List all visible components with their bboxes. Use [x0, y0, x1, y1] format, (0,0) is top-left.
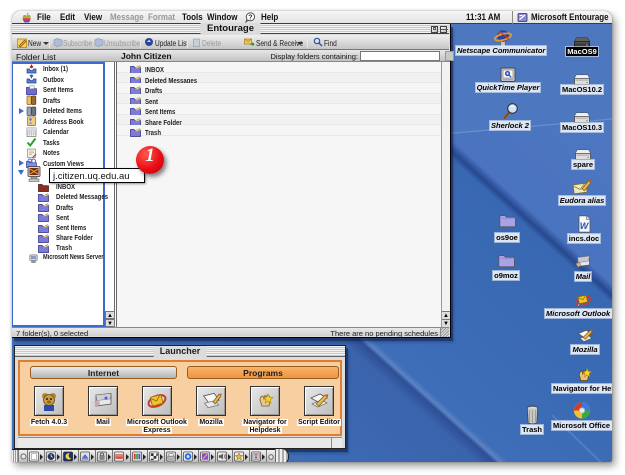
svg-text:W: W	[579, 221, 589, 231]
svg-text:?: ?	[248, 15, 252, 22]
